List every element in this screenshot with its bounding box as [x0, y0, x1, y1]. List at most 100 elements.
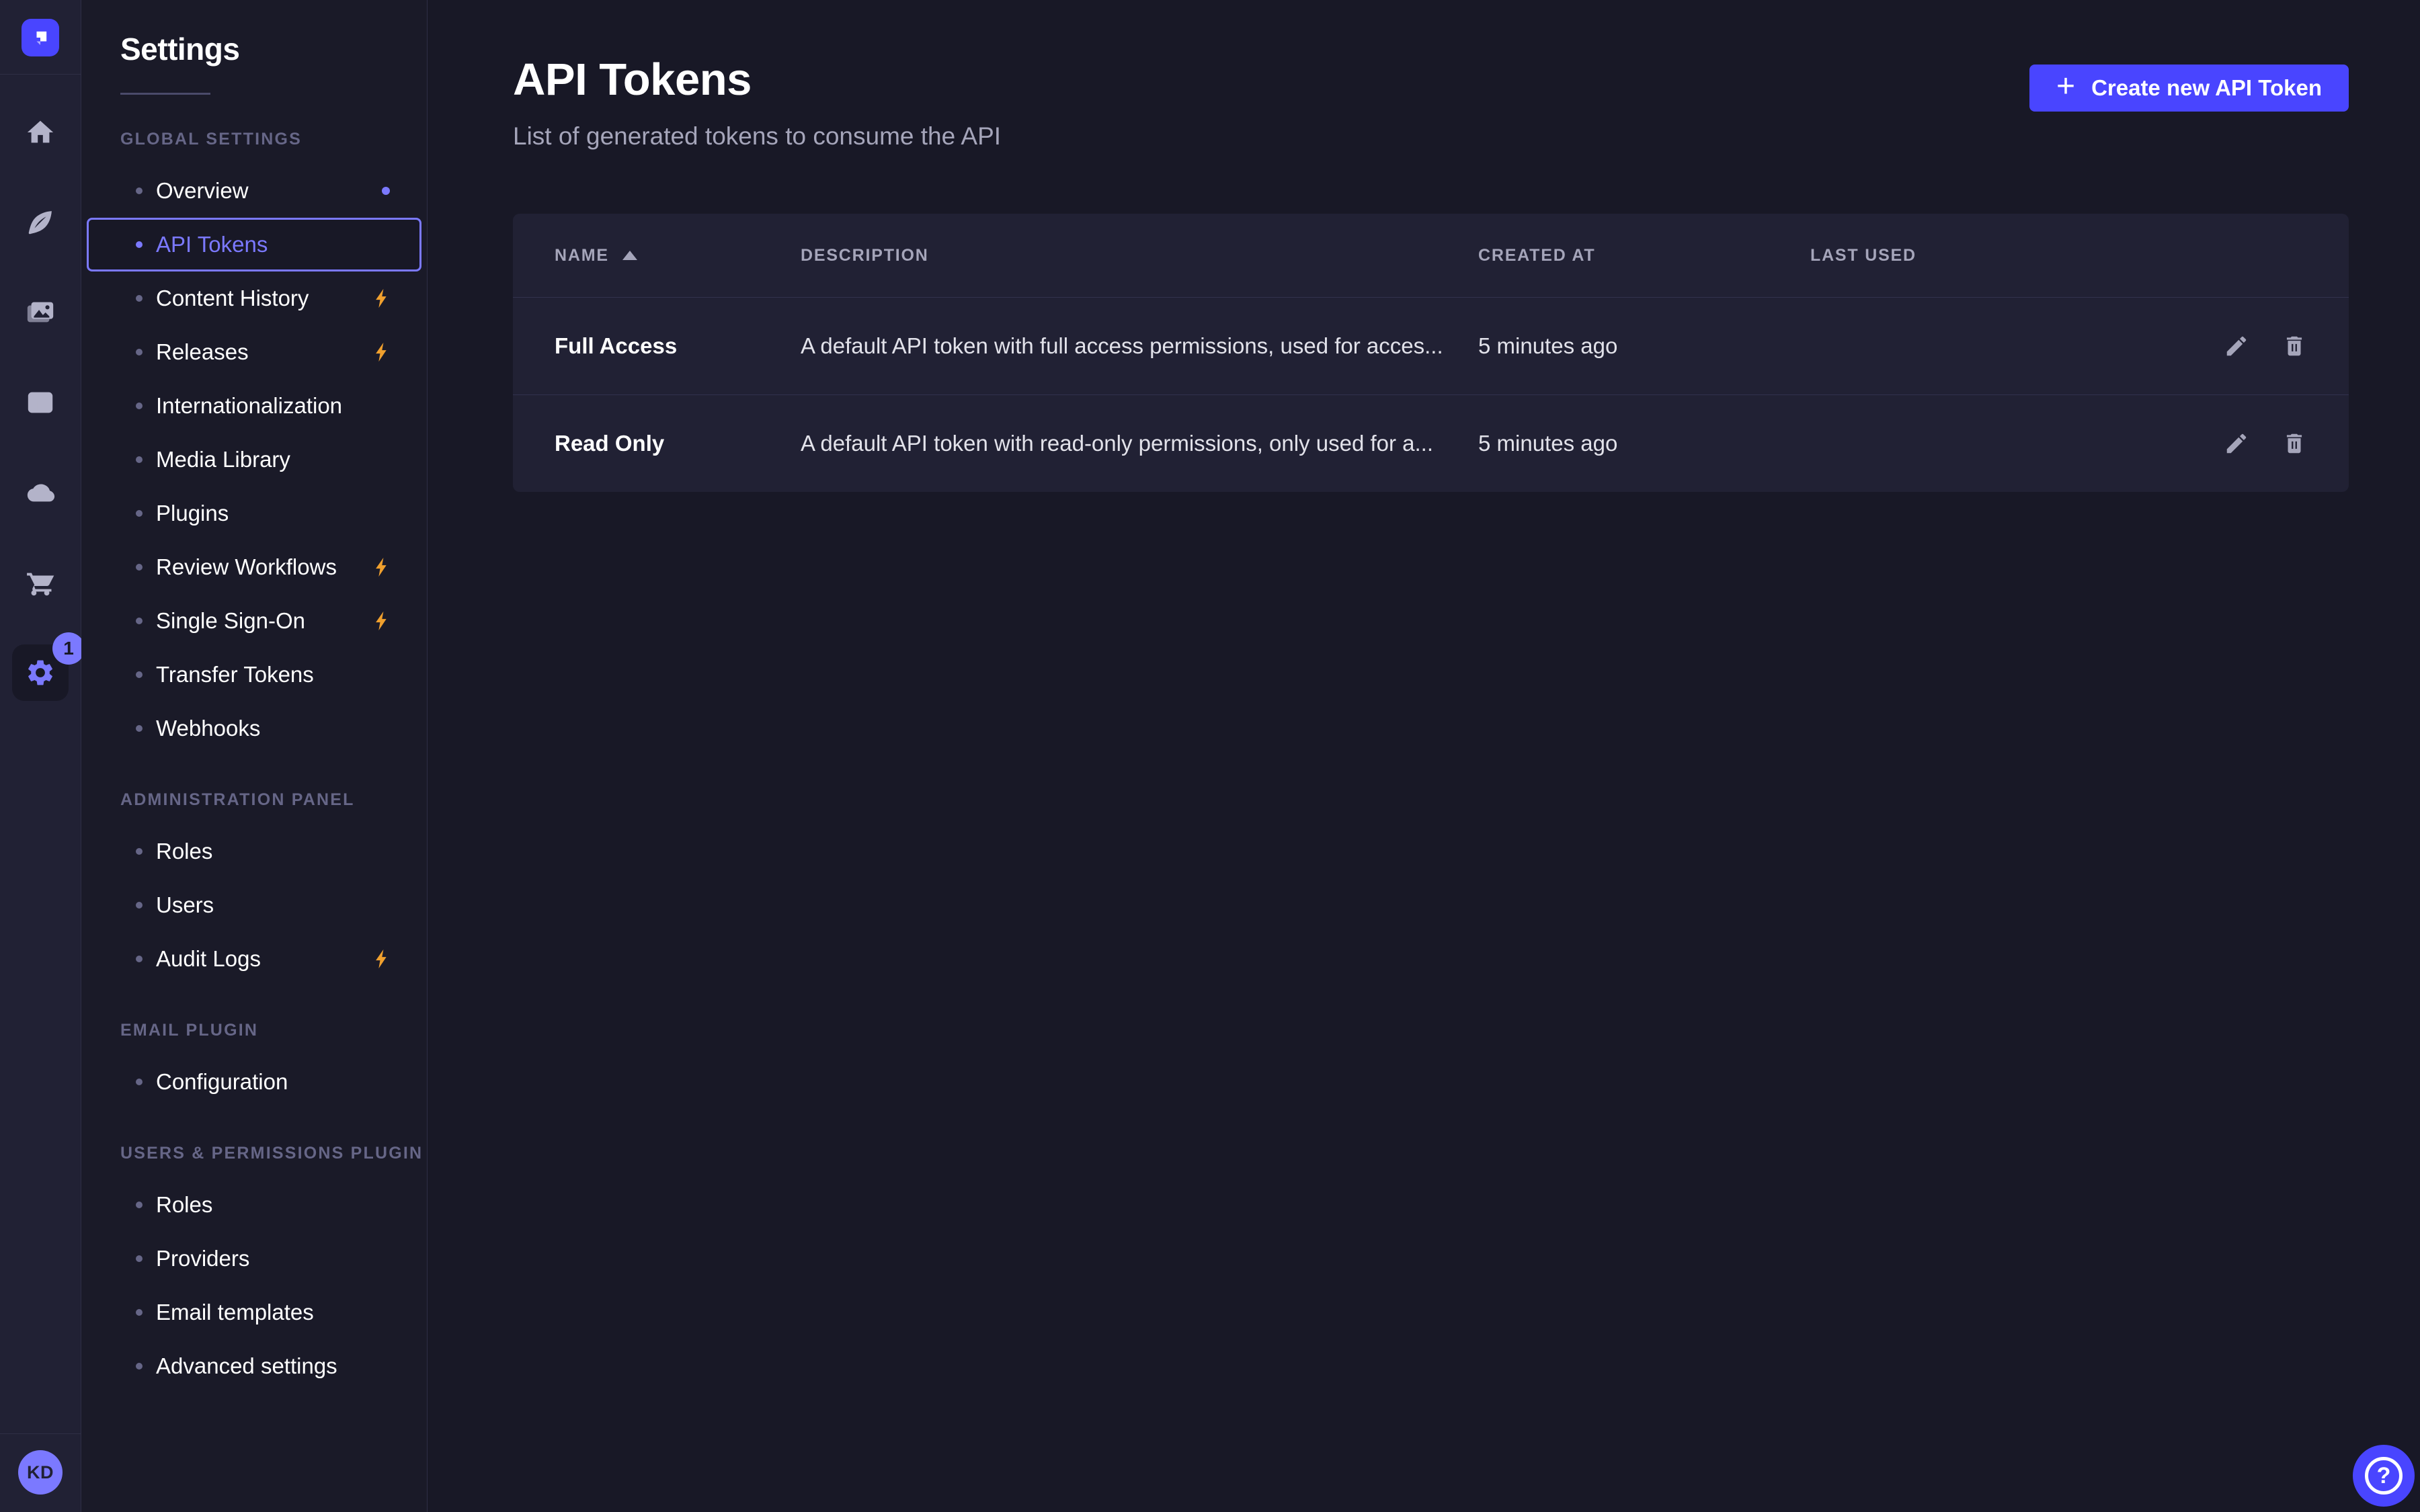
sidebar-item-content-history[interactable]: Content History: [87, 271, 421, 325]
table-row[interactable]: Full Access A default API token with ful…: [513, 297, 2349, 394]
bullet-icon: [136, 564, 143, 571]
token-created-at: 5 minutes ago: [1478, 431, 1810, 456]
bullet-icon: [136, 1363, 143, 1370]
bullet-icon: [136, 725, 143, 732]
sidebar-item-api-tokens[interactable]: API Tokens: [87, 218, 421, 271]
content-manager-feather-icon[interactable]: [12, 194, 69, 251]
sidebar-item-up-roles[interactable]: Roles: [87, 1178, 421, 1232]
pencil-icon: [2224, 333, 2249, 359]
deploy-cloud-icon[interactable]: [12, 464, 69, 521]
sidebar-item-label: Audit Logs: [156, 946, 261, 972]
table-row[interactable]: Read Only A default API token with read-…: [513, 394, 2349, 492]
sidebar-item-label: Webhooks: [156, 716, 260, 741]
sidebar-item-label: Providers: [156, 1246, 249, 1271]
marketplace-cart-icon[interactable]: [12, 554, 69, 611]
edit-button[interactable]: [2224, 431, 2249, 456]
create-api-token-button[interactable]: + Create new API Token: [2029, 65, 2349, 112]
sidebar-item-label: API Tokens: [156, 232, 268, 257]
lightning-icon: [371, 948, 394, 976]
pencil-icon: [2224, 431, 2249, 456]
strapi-logo-glyph: [26, 23, 55, 52]
lightning-icon: [371, 287, 394, 315]
sidebar-item-label: Email templates: [156, 1300, 314, 1325]
bullet-icon: [136, 1202, 143, 1208]
trash-icon: [2282, 431, 2307, 456]
sidebar-item-label: Review Workflows: [156, 554, 337, 580]
media-library-images-icon[interactable]: [12, 284, 69, 341]
bullet-icon: [136, 295, 143, 302]
sidebar-item-admin-users[interactable]: Users: [87, 878, 421, 932]
sidebar-item-webhooks[interactable]: Webhooks: [87, 702, 421, 755]
section-label-email-plugin: EMAIL PLUGIN: [120, 1021, 427, 1040]
sidebar-item-label: Overview: [156, 178, 249, 204]
column-header-label: LAST USED: [1810, 246, 1917, 265]
sidebar-item-providers[interactable]: Providers: [87, 1232, 421, 1286]
lightning-icon: [371, 610, 394, 638]
bullet-icon: [136, 456, 143, 463]
sidebar-item-label: Releases: [156, 339, 249, 365]
section-label-administration-panel: ADMINISTRATION PANEL: [120, 790, 427, 810]
column-header-created-at[interactable]: CREATED AT: [1478, 246, 1810, 265]
bullet-icon: [136, 902, 143, 909]
notification-dot-icon: [382, 187, 390, 195]
sidebar-item-releases[interactable]: Releases: [87, 325, 421, 379]
settings-gear-icon[interactable]: 1: [12, 644, 69, 701]
table-header-row: NAME DESCRIPTION CREATED AT LAST USED: [513, 214, 2349, 297]
lightning-icon: [371, 556, 394, 584]
bullet-icon: [136, 241, 143, 248]
sidebar-item-advanced-settings[interactable]: Advanced settings: [87, 1339, 421, 1393]
page-title: API Tokens: [513, 54, 752, 106]
bullet-icon: [136, 848, 143, 855]
sidebar-item-transfer-tokens[interactable]: Transfer Tokens: [87, 648, 421, 702]
rail-divider: [0, 74, 81, 75]
question-mark-icon: ?: [2365, 1457, 2403, 1495]
home-icon[interactable]: [12, 104, 69, 161]
bullet-icon: [136, 1255, 143, 1262]
user-avatar[interactable]: KD: [18, 1450, 63, 1495]
row-actions: [2103, 431, 2307, 456]
sidebar-item-label: Media Library: [156, 447, 290, 472]
sidebar-item-label: Content History: [156, 286, 309, 311]
sidebar-item-label: Configuration: [156, 1069, 288, 1095]
column-header-description[interactable]: DESCRIPTION: [801, 246, 1478, 265]
sidebar-title: Settings: [120, 31, 427, 67]
settings-notification-badge: 1: [52, 632, 85, 665]
content-type-builder-layout-icon[interactable]: [12, 374, 69, 431]
sidebar-item-label: Plugins: [156, 501, 229, 526]
token-created-at: 5 minutes ago: [1478, 333, 1810, 359]
bullet-icon: [136, 671, 143, 678]
sidebar-item-email-configuration[interactable]: Configuration: [87, 1055, 421, 1109]
sidebar-item-plugins[interactable]: Plugins: [87, 487, 421, 540]
plus-icon: +: [2056, 67, 2075, 107]
lightning-icon: [371, 341, 394, 369]
sidebar-item-admin-roles[interactable]: Roles: [87, 825, 421, 878]
delete-button[interactable]: [2282, 431, 2307, 456]
trash-icon: [2282, 333, 2307, 359]
column-header-name[interactable]: NAME: [555, 246, 801, 265]
column-header-last-used[interactable]: LAST USED: [1810, 246, 2103, 265]
sidebar-item-media-library[interactable]: Media Library: [87, 433, 421, 487]
sidebar-item-label: Transfer Tokens: [156, 662, 314, 687]
sidebar-item-single-sign-on[interactable]: Single Sign-On: [87, 594, 421, 648]
token-description: A default API token with full access per…: [801, 333, 1478, 359]
token-description: A default API token with read-only permi…: [801, 431, 1478, 456]
strapi-logo[interactable]: [22, 19, 59, 56]
help-button[interactable]: ?: [2353, 1445, 2415, 1507]
create-button-label: Create new API Token: [2091, 75, 2322, 101]
sidebar-item-label: Users: [156, 892, 214, 918]
token-name: Read Only: [555, 431, 801, 456]
column-header-label: NAME: [555, 246, 609, 265]
bullet-icon: [136, 956, 143, 962]
rail-bottom: KD: [0, 1433, 81, 1512]
sidebar-item-overview[interactable]: Overview: [87, 164, 421, 218]
edit-button[interactable]: [2224, 333, 2249, 359]
token-name: Full Access: [555, 333, 801, 359]
page-subtitle: List of generated tokens to consume the …: [513, 122, 1001, 151]
sidebar-item-email-templates[interactable]: Email templates: [87, 1286, 421, 1339]
sort-ascending-icon: [622, 251, 637, 260]
sidebar-item-internationalization[interactable]: Internationalization: [87, 379, 421, 433]
section-label-global-settings: GLOBAL SETTINGS: [120, 130, 427, 149]
sidebar-item-audit-logs[interactable]: Audit Logs: [87, 932, 421, 986]
sidebar-item-review-workflows[interactable]: Review Workflows: [87, 540, 421, 594]
delete-button[interactable]: [2282, 333, 2307, 359]
